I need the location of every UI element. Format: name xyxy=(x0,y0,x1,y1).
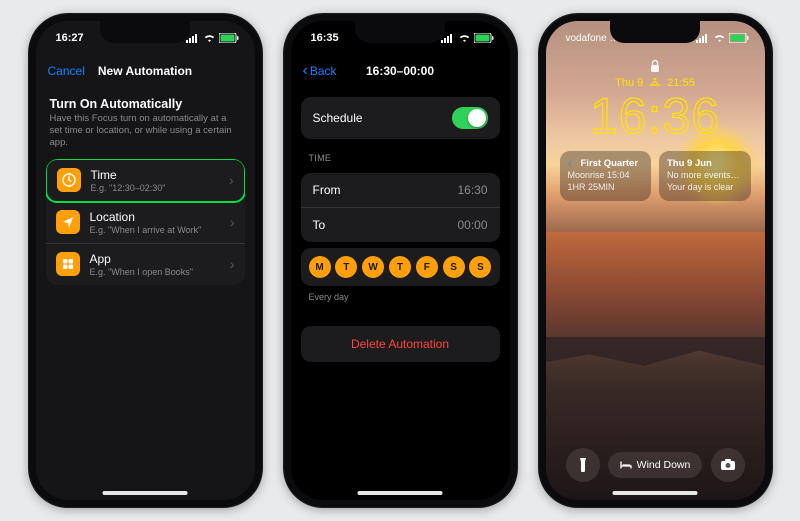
time-group: From 16:30 To 00:00 xyxy=(301,173,500,242)
status-icons xyxy=(186,33,239,43)
schedule-label: Schedule xyxy=(313,111,363,125)
day-wed[interactable]: W xyxy=(362,256,384,278)
wifi-icon xyxy=(203,33,216,43)
trigger-row-app[interactable]: App E.g. "When I open Books" › xyxy=(46,244,245,285)
automation-triggers-list: Time E.g. "12:30–02:30" › Location E.g. … xyxy=(46,159,245,285)
row-subtitle: E.g. "12:30–02:30" xyxy=(91,183,219,193)
status-time: 16:35 xyxy=(311,32,339,44)
battery-icon xyxy=(219,33,239,43)
home-indicator[interactable] xyxy=(613,491,698,495)
flashlight-button[interactable] xyxy=(566,448,600,482)
phone-3: vodafone … Thu 9 21:55 16:36 xyxy=(538,13,773,508)
row-subtitle: E.g. "When I open Books" xyxy=(90,267,220,277)
widget-moon[interactable]: First Quarter Moonrise 15:04 1HR 25MIN xyxy=(560,151,652,201)
wifi-icon xyxy=(713,33,726,43)
section-subtitle: Have this Focus turn on automatically at… xyxy=(50,113,241,149)
from-value: 16:30 xyxy=(457,183,487,197)
day-tue[interactable]: T xyxy=(335,256,357,278)
lock-widgets: First Quarter Moonrise 15:04 1HR 25MIN T… xyxy=(560,151,751,201)
lock-time: 16:36 xyxy=(560,91,751,141)
flashlight-icon xyxy=(576,457,590,473)
status-icons xyxy=(696,33,749,43)
phone-1: 16:27 Cancel New Automation Turn On Auto… xyxy=(28,13,263,508)
cancel-button[interactable]: Cancel xyxy=(48,64,85,78)
day-sat[interactable]: S xyxy=(443,256,465,278)
widget-line1: Moonrise 15:04 xyxy=(568,170,644,182)
focus-pill[interactable]: Wind Down xyxy=(608,452,703,478)
notch xyxy=(100,21,190,43)
screen-schedule-detail: 16:35 ‹ Back 16:30–00:00 Schedule TIME F xyxy=(291,21,510,500)
chevron-right-icon: › xyxy=(230,214,235,230)
back-button[interactable]: ‹ Back xyxy=(303,64,337,78)
camera-button[interactable] xyxy=(711,448,745,482)
sunset-icon xyxy=(649,78,661,88)
camera-icon xyxy=(720,459,736,471)
clock-icon xyxy=(57,168,81,192)
schedule-toggle[interactable] xyxy=(452,107,488,129)
screen-new-automation: 16:27 Cancel New Automation Turn On Auto… xyxy=(36,21,255,500)
section-title: Turn On Automatically xyxy=(50,97,241,111)
widget-line1: No more events… xyxy=(667,170,743,182)
to-label: To xyxy=(313,218,326,232)
back-label: Back xyxy=(310,64,337,78)
nav-bar: ‹ Back 16:30–00:00 xyxy=(291,55,510,87)
moon-icon xyxy=(568,160,577,169)
trigger-row-location[interactable]: Location E.g. "When I arrive at Work" › xyxy=(46,202,245,244)
nav-bar: Cancel New Automation xyxy=(36,55,255,87)
status-icons xyxy=(441,33,494,43)
row-subtitle: E.g. "When I arrive at Work" xyxy=(90,225,220,235)
status-time: 16:27 xyxy=(56,32,84,44)
wifi-icon xyxy=(458,33,471,43)
trigger-row-time[interactable]: Time E.g. "12:30–02:30" › xyxy=(46,159,245,203)
chevron-right-icon: › xyxy=(229,172,234,188)
wallpaper-sea xyxy=(546,232,765,337)
app-icon xyxy=(56,252,80,276)
battery-icon xyxy=(729,33,749,43)
time-header: TIME xyxy=(309,153,492,163)
widget-calendar[interactable]: Thu 9 Jun No more events… Your day is cl… xyxy=(659,151,751,201)
days-footnote: Every day xyxy=(309,292,492,302)
from-row[interactable]: From 16:30 xyxy=(301,173,500,208)
row-title: App xyxy=(90,252,220,266)
from-label: From xyxy=(313,183,341,197)
bed-icon xyxy=(620,460,632,470)
notch xyxy=(610,21,700,43)
row-title: Location xyxy=(90,210,220,224)
widget-title: Thu 9 Jun xyxy=(667,158,712,170)
row-title: Time xyxy=(91,168,219,182)
notch xyxy=(355,21,445,43)
lock-bottom-controls: Wind Down xyxy=(546,448,765,482)
section-header: Turn On Automatically Have this Focus tu… xyxy=(36,87,255,149)
delete-automation-button[interactable]: Delete Automation xyxy=(301,326,500,362)
schedule-row: Schedule xyxy=(301,97,500,139)
lock-content: Thu 9 21:55 16:36 First Quarter Moonrise… xyxy=(546,59,765,201)
widget-title: First Quarter xyxy=(581,158,639,170)
focus-label: Wind Down xyxy=(637,459,691,471)
battery-icon xyxy=(474,33,494,43)
days-of-week: M T W T F S S xyxy=(301,248,500,286)
home-indicator[interactable] xyxy=(358,491,443,495)
schedule-group: Schedule xyxy=(301,97,500,139)
screen-lock: vodafone … Thu 9 21:55 16:36 xyxy=(546,21,765,500)
day-mon[interactable]: M xyxy=(309,256,331,278)
widget-line2: 1HR 25MIN xyxy=(568,182,644,194)
chevron-right-icon: › xyxy=(230,256,235,272)
to-value: 00:00 xyxy=(457,218,487,232)
to-row[interactable]: To 00:00 xyxy=(301,208,500,242)
home-indicator[interactable] xyxy=(103,491,188,495)
phone-2: 16:35 ‹ Back 16:30–00:00 Schedule TIME F xyxy=(283,13,518,508)
lock-icon xyxy=(560,59,751,73)
widget-line2: Your day is clear xyxy=(667,182,743,194)
day-sun[interactable]: S xyxy=(469,256,491,278)
day-fri[interactable]: F xyxy=(416,256,438,278)
day-thu[interactable]: T xyxy=(389,256,411,278)
location-icon xyxy=(56,210,80,234)
